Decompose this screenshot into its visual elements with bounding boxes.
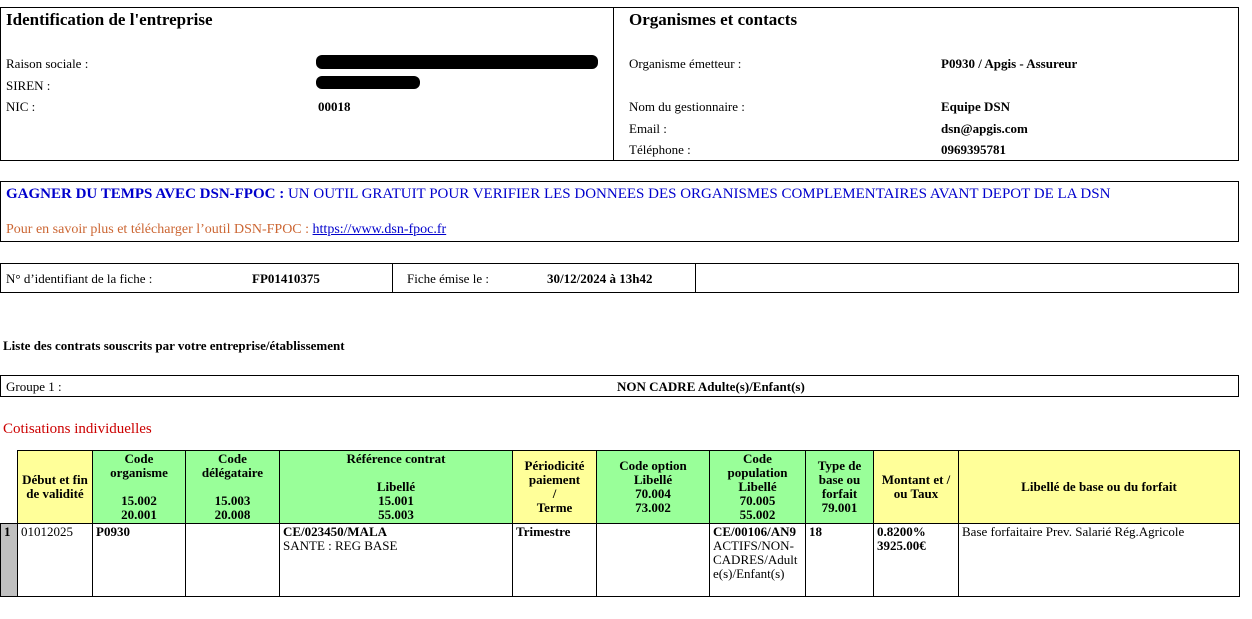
contracts-title: Liste des contrats souscrits par votre e…	[3, 338, 345, 353]
nic-label: NIC :	[6, 99, 36, 114]
siren-label: SIREN :	[6, 78, 51, 93]
groupe-value: NON CADRE Adulte(s)/Enfant(s)	[617, 379, 805, 394]
email-label: Email :	[629, 121, 667, 136]
header-periodicite: Périodicité paiement / Terme	[512, 450, 597, 524]
cell-montant-value: 3925.00€	[877, 538, 926, 553]
gestionnaire-label: Nom du gestionnaire :	[629, 99, 745, 114]
header-code-organisme: Code organisme 15.002 20.001	[92, 450, 186, 524]
emetteur-value: P0930 / Apgis - Assureur	[941, 56, 1078, 71]
header-reference-title: Référence contrat	[346, 451, 446, 466]
cell-montant: 0.8200% 3925.00€	[873, 523, 959, 597]
cell-periodicite: Trimestre	[512, 523, 597, 597]
fiche-date-value: 30/12/2024 à 13h42	[547, 271, 653, 286]
emetteur-label: Organisme émetteur :	[629, 56, 742, 71]
telephone-value: 0969395781	[941, 142, 1006, 157]
header-code-population-b: 55.002	[739, 507, 776, 522]
cell-libelle-base: Base forfaitaire Prev. Salarié Rég.Agric…	[958, 523, 1240, 597]
header-debut: Début et fin de validité	[17, 450, 93, 524]
banner-info-text: Pour en savoir plus et télécharger l’out…	[6, 222, 313, 237]
cell-code-delegataire	[185, 523, 280, 597]
cell-reference-libelle: SANTE : REG BASE	[283, 538, 398, 553]
cell-debut: 01012025	[17, 523, 93, 597]
header-code-option-b: 73.002	[635, 500, 671, 515]
header-panel	[0, 7, 1239, 161]
dsn-fpoc-link[interactable]: https://www.dsn-fpoc.fr	[313, 222, 447, 237]
header-blank	[0, 450, 18, 524]
header-type-base-title: Type de base ou forfait	[817, 458, 862, 501]
cell-code-population-value: CE/00106/AN9	[713, 524, 797, 539]
telephone-label: Téléphone :	[629, 142, 691, 157]
header-periodicite-slash: /	[552, 486, 557, 501]
fiche-id-label: N° d’identifiant de la fiche :	[6, 271, 153, 286]
email-value: dsn@apgis.com	[941, 121, 1028, 136]
header-code-delegataire-b: 20.008	[214, 507, 251, 522]
groupe-label: Groupe 1 :	[6, 379, 62, 394]
organismes-title: Organismes et contacts	[629, 10, 798, 29]
header-code-population-libelle: Libellé	[738, 479, 777, 494]
cell-code-option	[596, 523, 710, 597]
cell-code-organisme: P0930	[92, 523, 186, 597]
header-reference-a: 15.001	[378, 493, 414, 508]
cell-taux: 0.8200%	[877, 524, 926, 539]
header-divider	[613, 7, 614, 161]
header-code-population-title: Code population	[727, 451, 788, 480]
table-row: 1 01012025 P0930 CE/023450/MALA SANTE : …	[0, 523, 1240, 597]
header-code-delegataire-a: 15.003	[214, 493, 251, 508]
header-code-option: Code option Libellé 70.004 73.002	[596, 450, 710, 524]
header-type-base: Type de base ou forfait 79.001	[805, 450, 874, 524]
redacted-raison-sociale	[316, 55, 598, 69]
fiche-divider-1	[392, 263, 393, 293]
header-code-option-title: Code option	[619, 458, 687, 473]
header-code-population-a: 70.005	[739, 493, 776, 508]
contracts-table: Début et fin de validité Code organisme …	[0, 450, 1240, 597]
fiche-divider-2	[695, 263, 696, 293]
fiche-id-value: FP01410375	[252, 271, 320, 286]
header-code-delegataire-title: Code délégataire	[201, 451, 264, 480]
row-index: 1	[0, 523, 18, 597]
table-header-row: Début et fin de validité Code organisme …	[0, 450, 1240, 524]
header-code-delegataire: Code délégataire 15.003 20.008	[185, 450, 280, 524]
header-montant: Montant et / ou Taux	[873, 450, 959, 524]
gestionnaire-value: Equipe DSN	[941, 99, 1010, 114]
cell-reference-contrat: CE/023450/MALA SANTE : REG BASE	[279, 523, 513, 597]
cotisations-title: Cotisations individuelles	[3, 421, 152, 437]
header-periodicite-terme: Terme	[536, 500, 573, 515]
header-code-option-a: 70.004	[635, 486, 671, 501]
nic-value: 00018	[318, 99, 351, 114]
header-code-organisme-b: 20.001	[121, 507, 157, 522]
cell-reference-value: CE/023450/MALA	[283, 524, 387, 539]
header-code-organisme-a: 15.002	[121, 493, 157, 508]
banner-info: Pour en savoir plus et télécharger l’out…	[6, 222, 446, 238]
header-reference-libelle: Libellé	[376, 479, 416, 494]
fiche-date-label: Fiche émise le :	[407, 271, 489, 286]
header-reference-contrat: Référence contrat Libellé 15.001 55.003	[279, 450, 513, 524]
header-periodicite-title: Périodicité paiement	[524, 458, 585, 487]
header-code-organisme-title: Code organisme	[110, 451, 168, 480]
banner-headline: GAGNER DU TEMPS AVEC DSN-FPOC : UN OUTIL…	[6, 186, 1110, 203]
identification-title: Identification de l'entreprise	[6, 10, 213, 29]
banner-headline-rest: UN OUTIL GRATUIT POUR VERIFIER LES DONNE…	[284, 186, 1111, 202]
cell-code-population: CE/00106/AN9 ACTIFS/NON-CADRES/Adulte(s)…	[709, 523, 806, 597]
header-libelle-base: Libellé de base ou du forfait	[958, 450, 1240, 524]
header-code-option-libelle: Libellé	[633, 472, 673, 487]
header-reference-b: 55.003	[378, 507, 414, 522]
redacted-siren	[316, 76, 420, 89]
banner-headline-bold: GAGNER DU TEMPS AVEC DSN-FPOC :	[6, 186, 285, 202]
raison-sociale-label: Raison sociale :	[6, 56, 89, 71]
header-code-population: Code population Libellé 70.005 55.002	[709, 450, 806, 524]
cell-type-base: 18	[805, 523, 874, 597]
cell-code-population-libelle: ACTIFS/NON-CADRES/Adulte(s)/Enfant(s)	[713, 538, 798, 581]
header-type-base-code: 79.001	[821, 500, 858, 515]
